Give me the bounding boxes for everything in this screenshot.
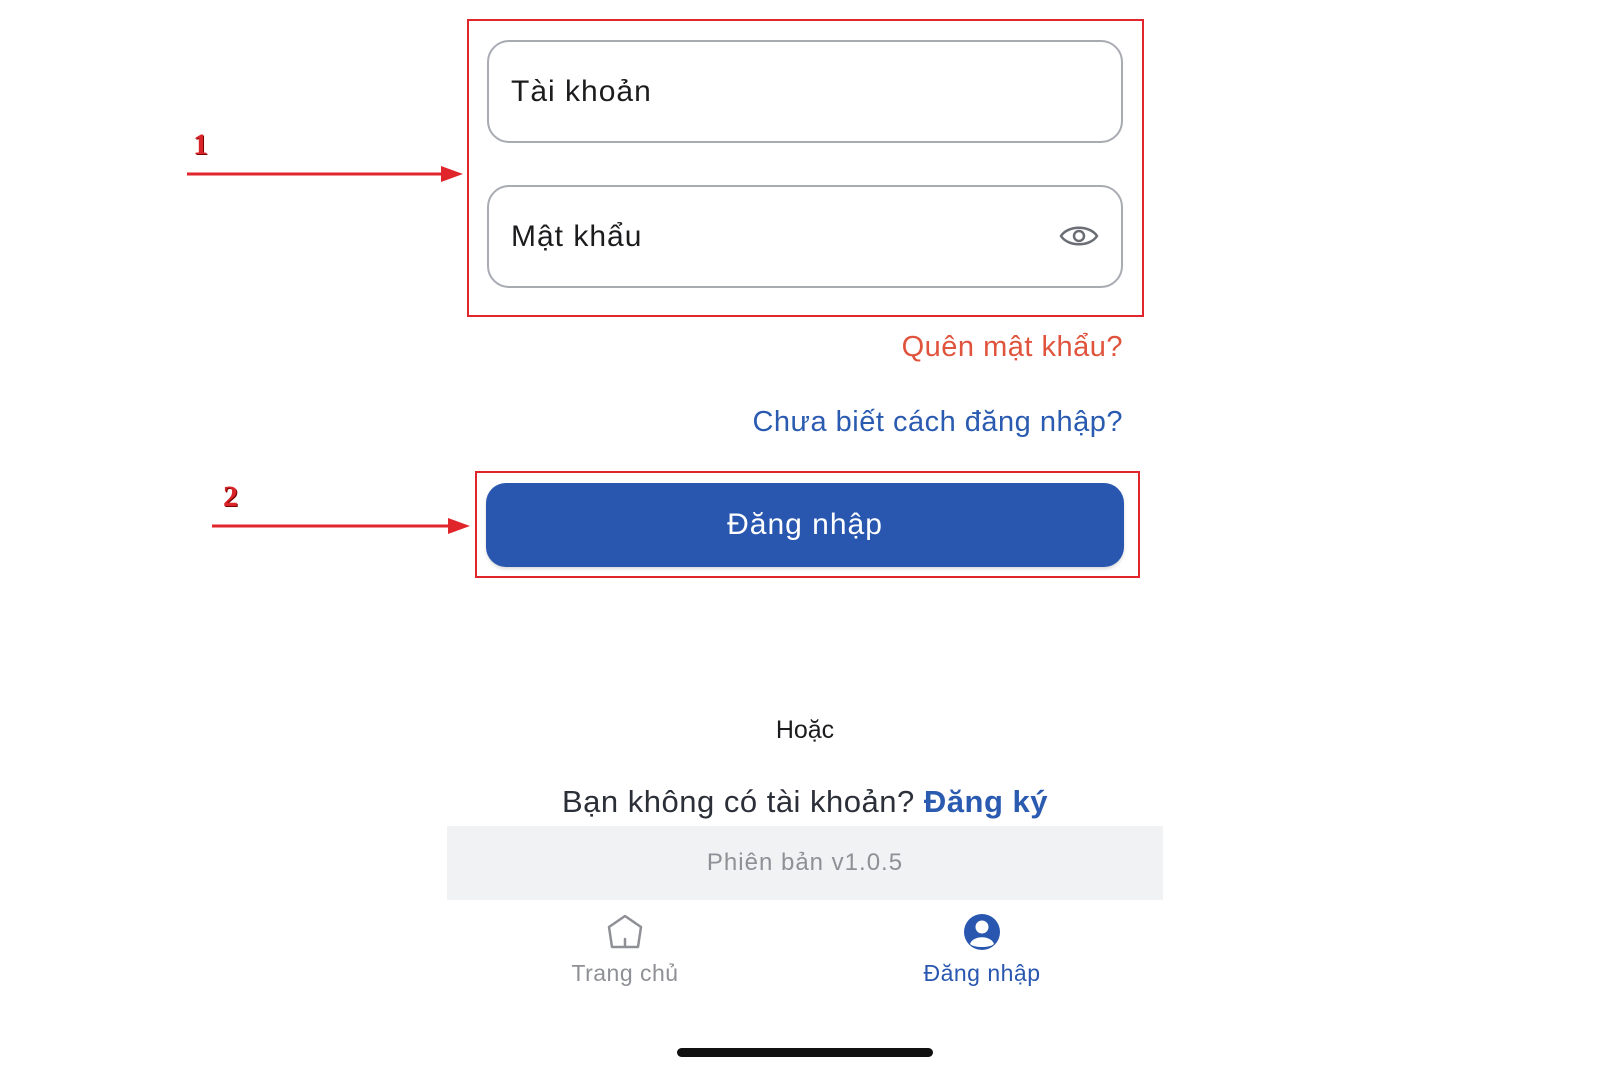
annotation-arrow-2 [212, 518, 470, 534]
tab-home-label: Trang chủ [571, 960, 679, 986]
tab-home[interactable]: Trang chủ [525, 912, 725, 987]
signup-prompt: Bạn không có tài khoản? Đăng ký [0, 784, 1600, 820]
password-input[interactable] [511, 187, 1031, 286]
tab-login[interactable]: Đăng nhập [882, 912, 1082, 987]
password-field[interactable] [487, 185, 1123, 288]
version-bar: Phiên bản v1.0.5 [447, 826, 1163, 900]
no-account-text: Bạn không có tài khoản? [562, 784, 915, 819]
login-button[interactable]: Đăng nhập [486, 483, 1124, 567]
username-field[interactable] [487, 40, 1123, 143]
show-password-eye-icon[interactable] [1059, 220, 1099, 252]
username-input[interactable] [511, 42, 1031, 141]
annotation-number-1: 1 [193, 128, 208, 161]
tab-login-label: Đăng nhập [923, 960, 1041, 986]
forgot-password-link[interactable]: Quên mật khẩu? [902, 331, 1123, 364]
how-to-login-link[interactable]: Chưa biết cách đăng nhập? [752, 406, 1123, 439]
annotation-arrow-1 [187, 166, 463, 182]
home-indicator[interactable] [677, 1048, 933, 1057]
user-circle-icon [964, 914, 1000, 950]
register-link[interactable]: Đăng ký [924, 784, 1048, 819]
version-text: Phiên bản v1.0.5 [706, 849, 904, 876]
home-icon [607, 914, 643, 949]
or-separator-text: Hoặc [775, 716, 835, 744]
annotation-number-2: 2 [223, 480, 238, 513]
